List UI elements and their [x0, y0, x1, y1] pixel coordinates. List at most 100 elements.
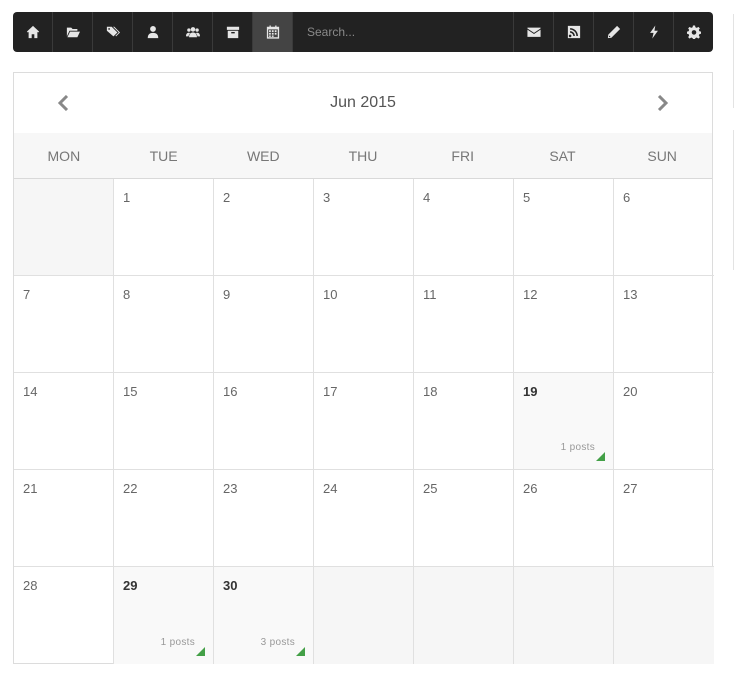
day-cell: 16: [214, 373, 314, 470]
day-cell: 8: [114, 276, 214, 373]
day-cell: 25: [414, 470, 514, 567]
day-cell: 23: [214, 470, 314, 567]
settings-button[interactable]: [673, 12, 713, 52]
bolt-icon: [649, 25, 658, 39]
weekday-label: THU: [348, 147, 378, 164]
day-number: 30: [223, 578, 238, 593]
day-number: 12: [523, 287, 538, 302]
weekday-label: WED: [246, 147, 280, 164]
day-cell: 2: [214, 179, 314, 276]
day-cell: 7: [14, 276, 114, 373]
day-cell: 14: [14, 373, 114, 470]
day-number: 27: [623, 481, 638, 496]
posts-marker-icon: [296, 647, 305, 656]
previous-month-button[interactable]: [53, 92, 75, 114]
categories-button[interactable]: [53, 12, 93, 52]
day-number: 24: [323, 481, 338, 496]
day-cell: 1: [114, 179, 214, 276]
users-icon: [185, 27, 200, 38]
day-number: 10: [323, 287, 338, 302]
empty-day-cell: [14, 179, 114, 276]
day-cell: 21: [14, 470, 114, 567]
chevron-right-icon: [657, 95, 669, 111]
day-number: 1: [123, 190, 131, 205]
posts-count[interactable]: 3 posts: [261, 637, 295, 648]
gear-icon: [686, 25, 701, 39]
day-number: 13: [623, 287, 638, 302]
day-number: 7: [23, 287, 31, 302]
posts-marker-icon: [196, 647, 205, 656]
chevron-left-icon: [57, 95, 69, 111]
folder-open-icon: [66, 27, 80, 38]
tags-button[interactable]: [93, 12, 133, 52]
archive-icon: [226, 26, 239, 39]
day-cell: 5: [514, 179, 614, 276]
day-cell: 12: [514, 276, 614, 373]
day-number: 19: [523, 384, 538, 399]
envelope-icon: [526, 27, 541, 37]
profile-button[interactable]: [133, 12, 173, 52]
rss-icon: [567, 25, 580, 39]
search-input[interactable]: [305, 24, 513, 40]
home-button[interactable]: [13, 12, 53, 52]
search-box: [293, 12, 513, 52]
day-cell[interactable]: 19 1 posts: [514, 373, 614, 470]
day-cell: 9: [214, 276, 314, 373]
weekday-label: SAT: [549, 147, 576, 164]
day-number: 4: [423, 190, 431, 205]
weekday-label: FRI: [451, 147, 474, 164]
day-cell[interactable]: 29 1 posts: [114, 567, 214, 664]
calendar-icon: [266, 25, 279, 39]
messages-button[interactable]: [513, 12, 553, 52]
day-cell: 15: [114, 373, 214, 470]
calendar-widget: Jun 2015 MON TUE WED THU FRI SAT SUN 123456789…: [13, 72, 714, 664]
day-number: 15: [123, 384, 138, 399]
day-number: 28: [23, 578, 38, 593]
day-number: 5: [523, 190, 531, 205]
calendar-grid: 1 2 3 4 5 6 7 8 9 10 11 12 13 14 15 16 17 18 19 1 posts 20 21…: [14, 179, 714, 664]
day-number: 6: [623, 190, 631, 205]
day-cell: 20: [614, 373, 714, 470]
day-number: 16: [223, 384, 238, 399]
tags-icon: [106, 26, 120, 37]
day-cell: 22: [114, 470, 214, 567]
archive-button[interactable]: [213, 12, 253, 52]
day-number: 21: [23, 481, 38, 496]
month-title: Jun 2015: [330, 94, 396, 111]
empty-day-cell: [414, 567, 514, 664]
day-cell: 24: [314, 470, 414, 567]
calendar-button[interactable]: [253, 12, 293, 52]
day-cell: 3: [314, 179, 414, 276]
home-icon: [26, 25, 39, 39]
empty-day-cell: [314, 567, 414, 664]
day-cell: 26: [514, 470, 614, 567]
next-month-button[interactable]: [651, 92, 673, 114]
empty-day-cell: [614, 567, 714, 664]
user-icon: [147, 26, 158, 39]
day-cell: 17: [314, 373, 414, 470]
day-number: 14: [23, 384, 38, 399]
day-number: 9: [223, 287, 231, 302]
day-number: 22: [123, 481, 138, 496]
calendar-header: Jun 2015: [14, 73, 712, 133]
day-number: 23: [223, 481, 238, 496]
day-number: 29: [123, 578, 138, 593]
day-number: 20: [623, 384, 638, 399]
day-cell: 18: [414, 373, 514, 470]
edit-button[interactable]: [593, 12, 633, 52]
day-number: 26: [523, 481, 538, 496]
day-cell[interactable]: 30 3 posts: [214, 567, 314, 664]
rss-button[interactable]: [553, 12, 593, 52]
day-number: 25: [423, 481, 438, 496]
day-cell: 27: [614, 470, 714, 567]
day-number: 18: [423, 384, 438, 399]
day-number: 8: [123, 287, 131, 302]
weekday-header: MON TUE WED THU FRI SAT SUN: [14, 133, 712, 179]
day-number: 17: [323, 384, 338, 399]
users-button[interactable]: [173, 12, 213, 52]
posts-count[interactable]: 1 posts: [561, 442, 595, 453]
weekday-label: TUE: [149, 147, 178, 164]
day-cell: 11: [414, 276, 514, 373]
posts-count[interactable]: 1 posts: [161, 637, 195, 648]
activity-button[interactable]: [633, 12, 673, 52]
